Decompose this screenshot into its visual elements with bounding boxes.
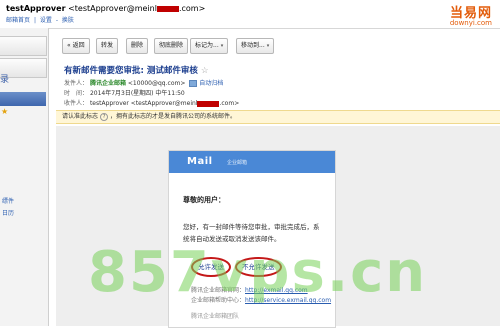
account-name: testApprover: [6, 4, 66, 13]
auto-archive-link[interactable]: 自动归档: [199, 80, 223, 87]
footer-help: 企业邮箱帮助中心：http://service.exmail.qq.com: [191, 295, 331, 304]
sidebar-item-calendar[interactable]: 日历: [2, 208, 14, 217]
approval-card: Mail 企业邮箱 尊敬的用户： 您好，有一封邮件等待您审批，审批完成后，系统将…: [168, 150, 336, 328]
help-icon[interactable]: ?: [100, 113, 109, 121]
site-logo: 当易网 downyi.com: [450, 2, 492, 27]
mail-subject-text: 有新邮件需要您审批: 测试邮件审核: [64, 66, 198, 76]
purge-button[interactable]: 彻底删除: [154, 38, 189, 54]
mail-toolbar: « 返回 转发 删除 彻底删除 标记为... ▾ 移动到... ▾: [56, 38, 500, 54]
time-label: 时 间：: [64, 90, 89, 97]
message-paragraph: 您好，有一封邮件等待您审批，审批完成后，系统将自动发送或取消发送该邮件。: [183, 223, 320, 243]
site-logo-domain: downyi.com: [449, 19, 492, 27]
from-name[interactable]: 腾讯企业邮箱: [90, 80, 126, 87]
deny-send-button[interactable]: 不允许发送: [235, 257, 282, 277]
footer-website: 腾讯企业邮箱官网：http://exmail.qq.com: [191, 285, 308, 294]
chevron-down-icon: ▾: [220, 43, 224, 49]
mail-logo-sub: 企业邮箱: [227, 160, 248, 166]
mail-from-row: 发件人： 腾讯企业邮箱 <10000@qq.com> 自动归档: [64, 78, 223, 87]
footer-help-label: 企业邮箱帮助中心：: [191, 297, 246, 304]
move-to-dropdown[interactable]: 移动到... ▾: [236, 38, 275, 54]
notice-text-b: ，拥有此标志的才是发自腾讯公司的系统邮件。: [110, 113, 237, 120]
allow-send-button[interactable]: 允许发送: [191, 257, 231, 277]
link-mail-home[interactable]: 邮箱首页: [6, 17, 30, 24]
account-email-suffix: .com>: [178, 4, 206, 13]
redacted-text: [156, 5, 179, 12]
star-icon[interactable]: ☆: [201, 66, 209, 76]
card-header: Mail 企业邮箱: [169, 151, 335, 173]
from-address: <10000@qq.com>: [127, 80, 186, 87]
from-label: 发件人：: [64, 80, 89, 87]
account-email-prefix: <testApprover@meinl: [68, 4, 157, 13]
star-icon[interactable]: ★: [1, 107, 8, 116]
footer-website-link[interactable]: http://exmail.qq.com: [245, 287, 308, 294]
sidebar-selected-item[interactable]: [0, 92, 46, 106]
footer-website-label: 腾讯企业邮箱官网：: [191, 287, 246, 294]
move-to-label: 移动到...: [241, 42, 265, 49]
redacted-text: [197, 100, 220, 107]
back-button[interactable]: « 返回: [62, 38, 90, 54]
sidebar-item-attachments[interactable]: 缥件: [2, 196, 14, 205]
forward-button[interactable]: 转发: [96, 38, 119, 54]
sidebar-item-contacts[interactable]: 录: [0, 72, 9, 85]
top-links: 邮箱首页 | 设置 - 换肤: [6, 15, 76, 24]
mail-logo: Mail: [187, 156, 213, 167]
footer-help-link[interactable]: http://service.exmail.qq.com: [245, 297, 331, 304]
chevron-down-icon: ▾: [266, 43, 270, 49]
mail-subject: 有新邮件需要您审批: 测试邮件审核 ☆: [64, 64, 209, 76]
sidebar: 录 ★ 缥件 日历: [0, 28, 49, 326]
mail-to-row: 收件人： testApprover <testApprover@meinl .co…: [64, 98, 239, 107]
security-notice: 请认准此标志? ，拥有此标志的才是发自腾讯公司的系统邮件。: [56, 110, 500, 124]
time-value: 2014年7月3日(星期四) 中午11:50: [89, 90, 185, 97]
mail-time-row: 时 间： 2014年7月3日(星期四) 中午11:50: [64, 88, 185, 97]
delete-button[interactable]: 删除: [126, 38, 149, 54]
to-value-suffix: .com>: [219, 100, 240, 107]
mark-as-label: 标记为...: [195, 42, 219, 49]
link-sep: |: [33, 17, 36, 24]
link-sep: -: [55, 17, 58, 24]
sidebar-button[interactable]: [0, 36, 47, 56]
top-header: testApprover <testApprover@meinl .com> 邮箱…: [0, 0, 500, 29]
account-info: testApprover <testApprover@meinl .com>: [6, 4, 205, 13]
link-skin[interactable]: 换肤: [62, 17, 74, 24]
greeting: 尊敬的用户：: [183, 196, 225, 204]
link-settings[interactable]: 设置: [40, 17, 52, 24]
notice-text-a: 请认准此标志: [62, 113, 99, 120]
folder-icon: [189, 80, 198, 87]
mark-as-dropdown[interactable]: 标记为... ▾: [190, 38, 229, 54]
to-value: testApprover <testApprover@meinl: [89, 100, 198, 107]
to-label: 收件人：: [64, 100, 89, 107]
footer-team: 腾讯企业邮箱团队: [191, 313, 240, 320]
